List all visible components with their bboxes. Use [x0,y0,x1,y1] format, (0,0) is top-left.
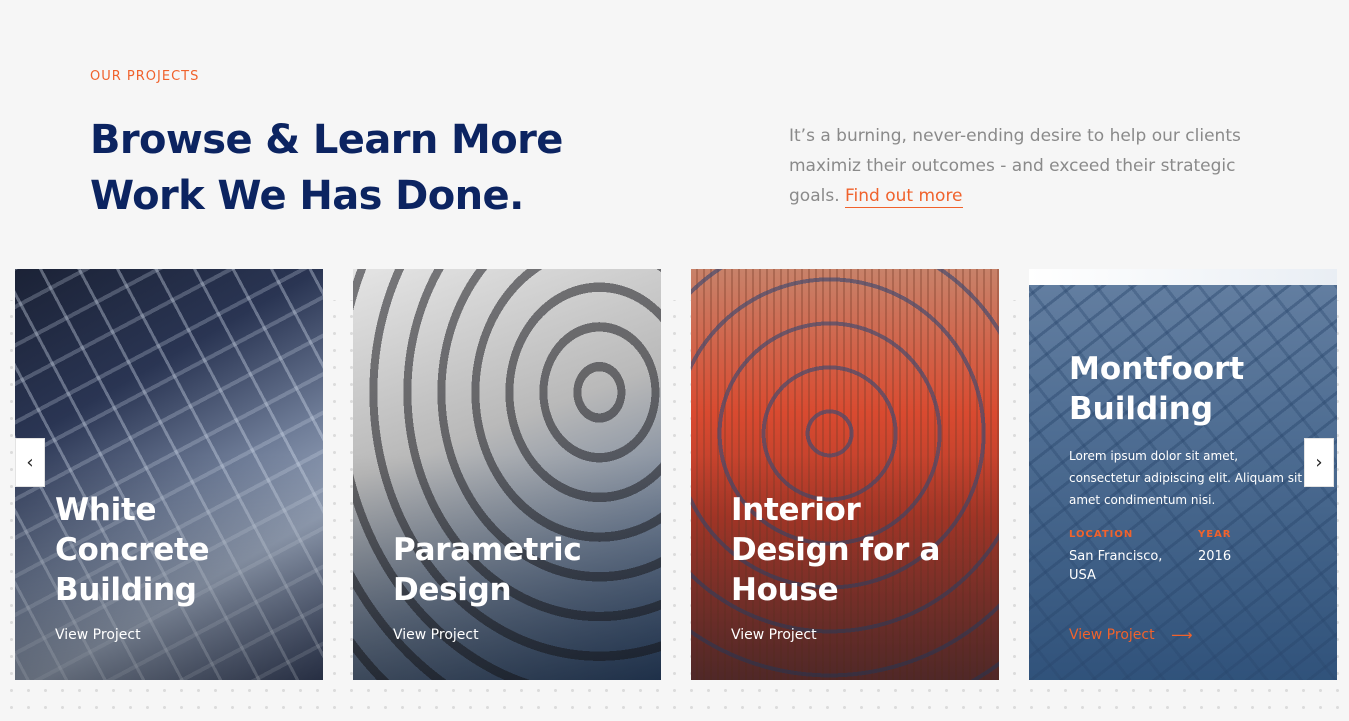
view-project-link[interactable]: View Project [1069,627,1155,643]
view-project-link[interactable]: View Project [393,627,479,643]
view-project-link[interactable]: View Project [55,627,141,643]
project-card-montfoort[interactable]: Montfoort Building Lorem ipsum dolor sit… [1029,269,1337,680]
carousel-prev-button[interactable]: ‹ [15,438,45,487]
intro-line-3: goals. Find out more [789,181,1259,211]
project-card-interior[interactable]: Interior Design for a House View Project [691,269,999,680]
image-shade [691,269,999,680]
location-label: LOCATION [1069,529,1134,540]
year-value: 2016 [1198,549,1232,564]
arrow-right-icon: ⟶ [1171,626,1193,644]
project-title: Parametric Design [393,532,582,608]
intro-line-2-text: maximiz their outcomes - and exceed thei… [789,156,1236,176]
intro-line-2: maximiz their outcomes - and exceed thei… [789,151,1259,181]
image-shade [353,269,661,680]
project-card-parametric[interactable]: Parametric Design View Project [353,269,661,680]
headline-line-1: Browse & Learn More [90,117,563,163]
section-headline: Browse & Learn More Work We Has Done. [90,112,610,224]
section-intro: It’s a burning, never-ending desire to h… [789,121,1259,211]
project-card-white-concrete[interactable]: White Concrete Building View Project [15,269,323,680]
carousel-next-button[interactable]: › [1304,438,1334,487]
view-project-link[interactable]: View Project [731,627,817,643]
project-description: Lorem ipsum dolor sit amet, consectetur … [1069,449,1303,507]
find-out-more-link[interactable]: Find out more [845,186,963,208]
project-title: Interior Design for a House [731,492,941,608]
chevron-right-icon: › [1315,452,1323,473]
section-eyebrow: OUR PROJECTS [90,69,200,84]
chevron-left-icon: ‹ [26,452,34,473]
intro-line-3-text: goals. [789,186,840,206]
location-value: San Francisco, USA [1069,549,1163,583]
intro-line-1: It’s a burning, never-ending desire to h… [789,126,1241,146]
image-shade [15,269,323,680]
image-sky-strip [1029,269,1337,285]
year-label: YEAR [1198,529,1232,540]
project-title: Montfoort Building [1069,351,1245,427]
project-title: White Concrete Building [55,492,210,608]
headline-line-2: Work We Has Done. [90,173,524,219]
